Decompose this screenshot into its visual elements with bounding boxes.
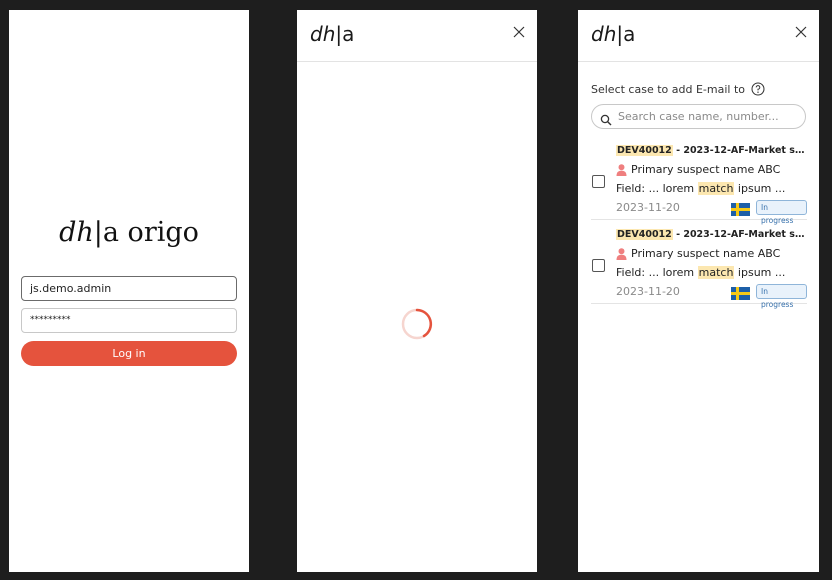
app-logo: dh|a origo [59,217,199,248]
panel-header: dh|a [297,10,537,62]
search-placeholder: Search case name, number... [618,110,779,123]
app-logo: dh|a [591,22,636,46]
person-icon [616,163,627,176]
case-suspect: Primary suspect name ABC [616,163,780,176]
case-field-match: Field: ... lorem match ipsum ... [616,182,786,195]
case-list-item[interactable]: DEV40012 - 2023-12-AF-Market sweep... Pr… [591,140,807,225]
password-field[interactable]: ********* [21,308,237,333]
search-input[interactable]: Search case name, number... [591,104,806,129]
case-picker-panel: dh|a Select case to add E-mail to Search… [578,10,819,572]
case-checkbox[interactable] [592,259,605,272]
status-badge: In progress [756,200,807,225]
select-case-prompt: Select case to add E-mail to [591,82,765,96]
login-button[interactable]: Log in [21,341,237,366]
case-date: 2023-11-20 [616,285,680,298]
username-field[interactable]: js.demo.admin [21,276,237,301]
close-icon[interactable] [793,24,809,40]
case-suspect: Primary suspect name ABC [616,247,780,260]
case-checkbox[interactable] [592,175,605,188]
panel-header: dh|a [578,10,819,62]
case-list-item[interactable]: DEV40012 - 2023-12-AF-Market sweep... Pr… [591,224,807,309]
case-title: DEV40012 - 2023-12-AF-Market sweep... [616,145,806,156]
help-icon[interactable] [751,82,765,96]
loading-panel: dh|a [297,10,537,572]
app-logo: dh|a [310,22,355,46]
loading-spinner-icon [400,307,434,341]
case-date: 2023-11-20 [616,201,680,214]
person-icon [616,247,627,260]
sweden-flag-icon [731,285,750,300]
search-icon [600,111,612,125]
status-badge: In progress [756,284,807,309]
close-icon[interactable] [511,24,527,40]
login-panel: dh|a origo js.demo.admin ********* Log i… [9,10,249,572]
sweden-flag-icon [731,201,750,216]
case-title: DEV40012 - 2023-12-AF-Market sweep... [616,229,806,240]
case-field-match: Field: ... lorem match ipsum ... [616,266,786,279]
